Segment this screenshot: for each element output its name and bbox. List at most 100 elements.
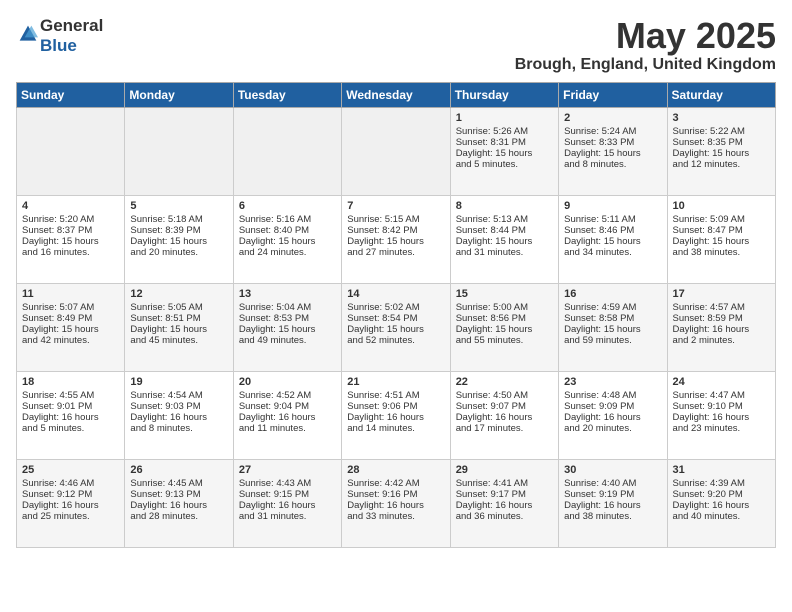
cell-text: Sunrise: 4:55 AM: [22, 390, 119, 401]
calendar-cell: 15Sunrise: 5:00 AMSunset: 8:56 PMDayligh…: [450, 283, 558, 371]
cell-text: and 52 minutes.: [347, 335, 444, 346]
calendar-cell: 26Sunrise: 4:45 AMSunset: 9:13 PMDayligh…: [125, 459, 233, 547]
cell-text: Daylight: 15 hours: [564, 148, 661, 159]
cell-text: and 38 minutes.: [564, 511, 661, 522]
cell-text: and 5 minutes.: [456, 159, 553, 170]
day-number: 14: [347, 288, 444, 300]
cell-text: Daylight: 16 hours: [564, 412, 661, 423]
cell-text: and 36 minutes.: [456, 511, 553, 522]
calendar-cell: [342, 107, 450, 195]
calendar-subtitle: Brough, England, United Kingdom: [515, 56, 776, 74]
cell-text: Sunset: 9:15 PM: [239, 489, 336, 500]
cell-text: and 49 minutes.: [239, 335, 336, 346]
calendar-cell: 24Sunrise: 4:47 AMSunset: 9:10 PMDayligh…: [667, 371, 775, 459]
cell-text: Daylight: 15 hours: [673, 236, 770, 247]
cell-text: Sunrise: 5:00 AM: [456, 302, 553, 313]
title-block: May 2025 Brough, England, United Kingdom: [515, 16, 776, 74]
cell-text: and 17 minutes.: [456, 423, 553, 434]
calendar-cell: 21Sunrise: 4:51 AMSunset: 9:06 PMDayligh…: [342, 371, 450, 459]
cell-text: and 23 minutes.: [673, 423, 770, 434]
cell-text: Sunrise: 4:40 AM: [564, 478, 661, 489]
cell-text: Daylight: 15 hours: [130, 324, 227, 335]
calendar-week-3: 11Sunrise: 5:07 AMSunset: 8:49 PMDayligh…: [17, 283, 776, 371]
cell-text: and 5 minutes.: [22, 423, 119, 434]
cell-text: Daylight: 16 hours: [456, 500, 553, 511]
cell-text: and 55 minutes.: [456, 335, 553, 346]
day-number: 25: [22, 464, 119, 476]
day-number: 13: [239, 288, 336, 300]
day-number: 28: [347, 464, 444, 476]
cell-text: Daylight: 16 hours: [239, 412, 336, 423]
cell-text: Sunrise: 4:47 AM: [673, 390, 770, 401]
cell-text: Sunset: 8:31 PM: [456, 137, 553, 148]
calendar-cell: 8Sunrise: 5:13 AMSunset: 8:44 PMDaylight…: [450, 195, 558, 283]
calendar-title: May 2025: [515, 16, 776, 56]
cell-text: Daylight: 15 hours: [130, 236, 227, 247]
col-thursday: Thursday: [450, 82, 558, 107]
day-number: 6: [239, 200, 336, 212]
header-row: Sunday Monday Tuesday Wednesday Thursday…: [17, 82, 776, 107]
cell-text: Sunrise: 5:26 AM: [456, 126, 553, 137]
cell-text: Sunset: 9:01 PM: [22, 401, 119, 412]
calendar-cell: 31Sunrise: 4:39 AMSunset: 9:20 PMDayligh…: [667, 459, 775, 547]
cell-text: Sunrise: 5:05 AM: [130, 302, 227, 313]
cell-text: Sunrise: 4:48 AM: [564, 390, 661, 401]
day-number: 30: [564, 464, 661, 476]
calendar-cell: 4Sunrise: 5:20 AMSunset: 8:37 PMDaylight…: [17, 195, 125, 283]
cell-text: Sunset: 8:35 PM: [673, 137, 770, 148]
day-number: 31: [673, 464, 770, 476]
cell-text: and 2 minutes.: [673, 335, 770, 346]
cell-text: and 12 minutes.: [673, 159, 770, 170]
cell-text: Sunset: 8:58 PM: [564, 313, 661, 324]
cell-text: and 8 minutes.: [130, 423, 227, 434]
cell-text: and 20 minutes.: [564, 423, 661, 434]
col-friday: Friday: [559, 82, 667, 107]
cell-text: Sunrise: 5:07 AM: [22, 302, 119, 313]
calendar-cell: 16Sunrise: 4:59 AMSunset: 8:58 PMDayligh…: [559, 283, 667, 371]
calendar-table: Sunday Monday Tuesday Wednesday Thursday…: [16, 82, 776, 548]
cell-text: Sunrise: 4:41 AM: [456, 478, 553, 489]
day-number: 15: [456, 288, 553, 300]
calendar-cell: 13Sunrise: 5:04 AMSunset: 8:53 PMDayligh…: [233, 283, 341, 371]
cell-text: Sunrise: 4:42 AM: [347, 478, 444, 489]
day-number: 2: [564, 112, 661, 124]
day-number: 7: [347, 200, 444, 212]
day-number: 20: [239, 376, 336, 388]
day-number: 8: [456, 200, 553, 212]
cell-text: and 14 minutes.: [347, 423, 444, 434]
calendar-week-1: 1Sunrise: 5:26 AMSunset: 8:31 PMDaylight…: [17, 107, 776, 195]
cell-text: Sunrise: 4:59 AM: [564, 302, 661, 313]
cell-text: Sunrise: 5:20 AM: [22, 214, 119, 225]
cell-text: and 40 minutes.: [673, 511, 770, 522]
day-number: 26: [130, 464, 227, 476]
cell-text: Daylight: 16 hours: [347, 412, 444, 423]
day-number: 5: [130, 200, 227, 212]
day-number: 4: [22, 200, 119, 212]
cell-text: Sunset: 9:13 PM: [130, 489, 227, 500]
cell-text: Sunrise: 5:02 AM: [347, 302, 444, 313]
cell-text: Sunrise: 4:43 AM: [239, 478, 336, 489]
calendar-cell: 14Sunrise: 5:02 AMSunset: 8:54 PMDayligh…: [342, 283, 450, 371]
day-number: 24: [673, 376, 770, 388]
cell-text: Sunrise: 4:52 AM: [239, 390, 336, 401]
day-number: 10: [673, 200, 770, 212]
cell-text: and 11 minutes.: [239, 423, 336, 434]
cell-text: Sunrise: 4:57 AM: [673, 302, 770, 313]
cell-text: Daylight: 16 hours: [673, 412, 770, 423]
cell-text: and 42 minutes.: [22, 335, 119, 346]
cell-text: Sunrise: 5:04 AM: [239, 302, 336, 313]
calendar-cell: 3Sunrise: 5:22 AMSunset: 8:35 PMDaylight…: [667, 107, 775, 195]
cell-text: Daylight: 16 hours: [673, 324, 770, 335]
calendar-cell: [233, 107, 341, 195]
cell-text: Sunset: 9:16 PM: [347, 489, 444, 500]
cell-text: and 34 minutes.: [564, 247, 661, 258]
cell-text: Daylight: 16 hours: [22, 412, 119, 423]
cell-text: Sunset: 8:42 PM: [347, 225, 444, 236]
calendar-cell: [125, 107, 233, 195]
cell-text: and 8 minutes.: [564, 159, 661, 170]
cell-text: and 31 minutes.: [456, 247, 553, 258]
cell-text: Daylight: 16 hours: [130, 412, 227, 423]
cell-text: Sunset: 9:20 PM: [673, 489, 770, 500]
calendar-week-5: 25Sunrise: 4:46 AMSunset: 9:12 PMDayligh…: [17, 459, 776, 547]
cell-text: Sunset: 8:56 PM: [456, 313, 553, 324]
